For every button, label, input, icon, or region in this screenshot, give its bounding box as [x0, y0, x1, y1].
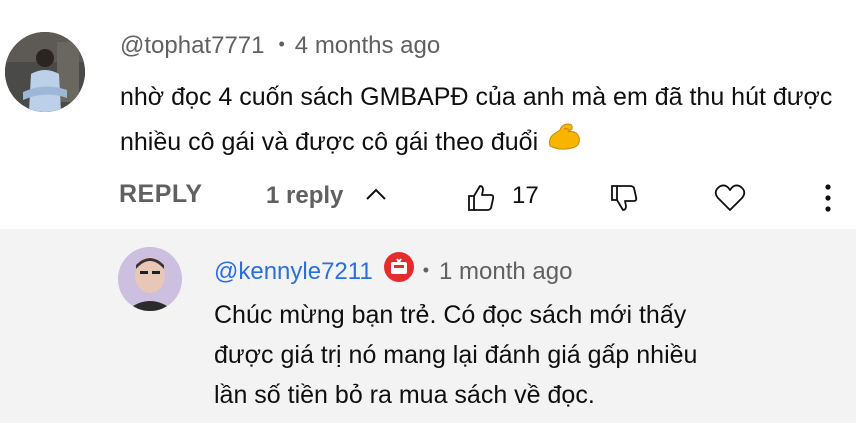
chevron-up-icon[interactable]	[364, 186, 388, 207]
user-photo-icon	[5, 32, 85, 112]
flexed-biceps-icon	[546, 120, 582, 167]
avatar[interactable]	[5, 32, 85, 112]
comment-text: nhờ đọc 4 cuốn sách GMBAPĐ của anh mà em…	[120, 75, 856, 167]
comment-time[interactable]: 4 months ago	[295, 32, 440, 59]
thumbs-up-icon[interactable]	[465, 182, 497, 219]
replies-toggle[interactable]: 1 reply	[266, 182, 343, 210]
reply-text-line: Chúc mừng bạn trẻ. Có đọc sách mới thấy	[214, 301, 687, 329]
comment-text-line-2-text: nhiều cô gái và được cô gái theo đuổi	[120, 128, 539, 157]
reply-time[interactable]: 1 month ago	[439, 258, 572, 285]
reply-author[interactable]: @kennyle7211	[214, 258, 373, 285]
reply-button[interactable]: REPLY	[119, 180, 203, 209]
reply-header: @kennyle7211 • 1 month ago	[214, 251, 572, 292]
creator-badge-icon	[383, 251, 415, 290]
reply-text: Chúc mừng bạn trẻ. Có đọc sách mới thấy …	[214, 295, 774, 415]
thumbs-down-icon[interactable]	[608, 182, 640, 219]
reply-text-line: được giá trị nó mang lại đánh giá gấp nh…	[214, 341, 698, 369]
comment-text-line: nhờ đọc 4 cuốn sách GMBAPĐ của anh mà em…	[120, 83, 833, 111]
separator-dot: •	[422, 259, 430, 280]
separator-dot: •	[278, 34, 285, 54]
comment-header: @tophat7771 • 4 months ago	[120, 32, 440, 60]
comment-text-line-2: nhiều cô gái và được cô gái theo đuổi	[120, 120, 856, 167]
comment-author[interactable]: @tophat7771	[120, 32, 264, 59]
comment-actions: REPLY 1 reply 17	[0, 170, 856, 225]
user-photo-icon	[118, 247, 182, 311]
comment-card: @tophat7771 • 4 months ago nhờ đọc 4 cuốn …	[0, 0, 856, 228]
reply-text-line: lần số tiền bỏ ra mua sách về đọc.	[214, 381, 595, 409]
more-vertical-icon[interactable]	[822, 182, 834, 219]
heart-icon[interactable]	[713, 182, 747, 219]
reply-avatar[interactable]	[118, 247, 182, 311]
like-count: 17	[512, 182, 539, 209]
